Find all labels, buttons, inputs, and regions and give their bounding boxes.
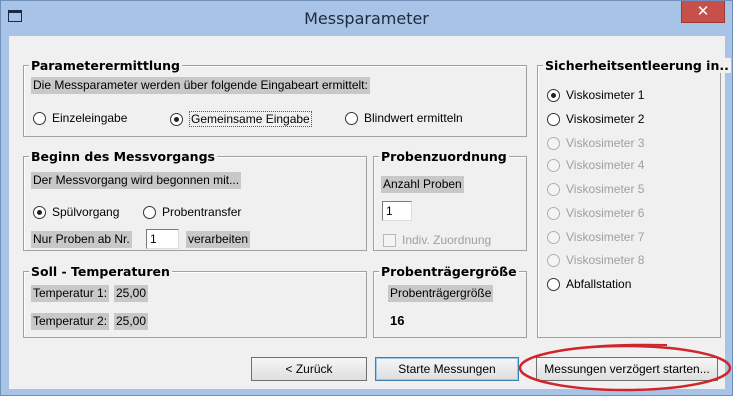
radio-label-viskosimeter-3: Viskosimeter 3 [566, 136, 645, 150]
radio-blindwert-ermitteln[interactable]: Blindwert ermitteln [345, 111, 463, 125]
window-title: Messparameter [304, 9, 429, 28]
radio-gemeinsame-eingabe[interactable]: Gemeinsame Eingabe [170, 111, 312, 127]
radio-circle-viskosimeter-2 [547, 112, 560, 126]
radio-viskosimeter-5[interactable]: Viskosimeter 5 [547, 182, 644, 196]
temperatur-1-label: Temperatur 1: [31, 285, 110, 302]
radio-circle-viskosimeter-1 [547, 88, 560, 102]
radio-circle-gemeinsame-eingabe [170, 112, 183, 126]
eingabeart-description: Die Messparameter werden über folgende E… [31, 77, 370, 94]
radio-viskosimeter-2[interactable]: Viskosimeter 2 [547, 112, 644, 126]
radio-circle-viskosimeter-8 [547, 253, 560, 267]
radio-einzeleingabe[interactable]: Einzeleingabe [33, 111, 127, 125]
group-legend-probenzuordnung: Probenzuordnung [379, 149, 509, 164]
radio-viskosimeter-8[interactable]: Viskosimeter 8 [547, 253, 644, 267]
probentraegergroesse-value: 16 [390, 313, 405, 328]
verarbeiten-label: verarbeiten [186, 231, 251, 248]
radio-circle-spuelvorgang [33, 205, 46, 219]
temperatur-2-value: 25,00 [114, 313, 149, 330]
radio-circle-viskosimeter-4 [547, 158, 560, 172]
radio-viskosimeter-6[interactable]: Viskosimeter 6 [547, 206, 644, 220]
radio-viskosimeter-7[interactable]: Viskosimeter 7 [547, 230, 644, 244]
group-probenzuordnung: Probenzuordnung Anzahl Proben 1 Indiv. Z… [373, 149, 527, 251]
dialog-client-area: Parameterermittlung Die Messparameter we… [9, 36, 731, 389]
radio-circle-viskosimeter-5 [547, 182, 560, 196]
delayed-start-button[interactable]: Messungen verzögert starten... [536, 357, 718, 381]
radio-circle-viskosimeter-6 [547, 206, 560, 220]
temperatur-1-value: 25,00 [114, 285, 149, 302]
checkbox-label-indiv: Indiv. Zuordnung [402, 233, 492, 247]
group-soll-temperaturen: Soll - Temperaturen Temperatur 1: 25,00 … [23, 264, 367, 338]
radio-viskosimeter-4[interactable]: Viskosimeter 4 [547, 158, 644, 172]
radio-label-viskosimeter-7: Viskosimeter 7 [566, 230, 645, 244]
radio-label-spuelvorgang: Spülvorgang [52, 205, 120, 219]
dialog-window: Messparameter ✕ Parameterermittlung Die … [0, 0, 733, 396]
back-button[interactable]: < Zurück [251, 357, 367, 381]
radio-circle-viskosimeter-7 [547, 230, 560, 244]
start-measurements-button[interactable]: Starte Messungen [375, 357, 519, 381]
radio-circle-probentransfer [143, 205, 156, 219]
temperatur-2-label: Temperatur 2: [31, 313, 110, 330]
radio-label-viskosimeter-6: Viskosimeter 6 [566, 206, 645, 220]
radio-viskosimeter-1[interactable]: Viskosimeter 1 [547, 88, 644, 102]
radio-label-viskosimeter-2: Viskosimeter 2 [566, 112, 645, 126]
radio-label-probentransfer: Probentransfer [162, 205, 242, 219]
group-parameterermittlung: Parameterermittlung Die Messparameter we… [23, 58, 527, 137]
radio-label-viskosimeter-1: Viskosimeter 1 [566, 88, 645, 102]
radio-label-gemeinsame-eingabe: Gemeinsame Eingabe [189, 111, 312, 127]
radio-circle-abfallstation [547, 277, 560, 291]
radio-label-einzeleingabe: Einzeleingabe [52, 111, 128, 125]
group-beginn-messvorgang: Beginn des Messvorgangs Der Messvorgang … [23, 149, 367, 251]
radio-label-viskosimeter-4: Viskosimeter 4 [566, 158, 645, 172]
group-legend-parameterermittlung: Parameterermittlung [29, 58, 182, 73]
title-bar[interactable]: Messparameter ✕ [1, 1, 732, 35]
probentraegergroesse-label: Probenträgergröße [388, 285, 494, 302]
radio-abfallstation[interactable]: Abfallstation [547, 277, 631, 291]
radio-circle-einzeleingabe [33, 111, 46, 125]
indiv-zuordnung-checkbox[interactable]: Indiv. Zuordnung [383, 233, 491, 247]
group-sicherheitsentleerung: Sicherheitsentleerung in.. Viskosimeter … [537, 58, 731, 338]
nur-proben-label: Nur Proben ab Nr. [31, 231, 132, 248]
checkbox-box-indiv [383, 233, 396, 247]
group-legend-soll-temperaturen: Soll - Temperaturen [29, 264, 172, 279]
radio-label-abfallstation: Abfallstation [566, 277, 632, 291]
radio-probentransfer[interactable]: Probentransfer [143, 205, 241, 219]
radio-label-viskosimeter-8: Viskosimeter 8 [566, 253, 645, 267]
group-legend-beginn: Beginn des Messvorgangs [29, 149, 217, 164]
nur-proben-input[interactable]: 1 [146, 229, 179, 249]
radio-spuelvorgang[interactable]: Spülvorgang [33, 205, 119, 219]
anzahl-proben-label: Anzahl Proben [381, 176, 464, 193]
messvorgang-description: Der Messvorgang wird begonnen mit... [31, 172, 242, 189]
close-button[interactable]: ✕ [681, 1, 725, 23]
group-probentraegergroesse: Probenträgergröße Probenträgergröße 16 [373, 264, 527, 338]
group-legend-sicherheitsentleerung: Sicherheitsentleerung in.. [543, 58, 731, 73]
radio-label-viskosimeter-5: Viskosimeter 5 [566, 182, 645, 196]
radio-label-blindwert: Blindwert ermitteln [364, 111, 463, 125]
radio-viskosimeter-3[interactable]: Viskosimeter 3 [547, 136, 644, 150]
radio-circle-viskosimeter-3 [547, 136, 560, 150]
group-legend-probentraegergroesse: Probenträgergröße [379, 264, 519, 279]
anzahl-proben-input[interactable]: 1 [382, 201, 412, 221]
radio-circle-blindwert [345, 111, 358, 125]
